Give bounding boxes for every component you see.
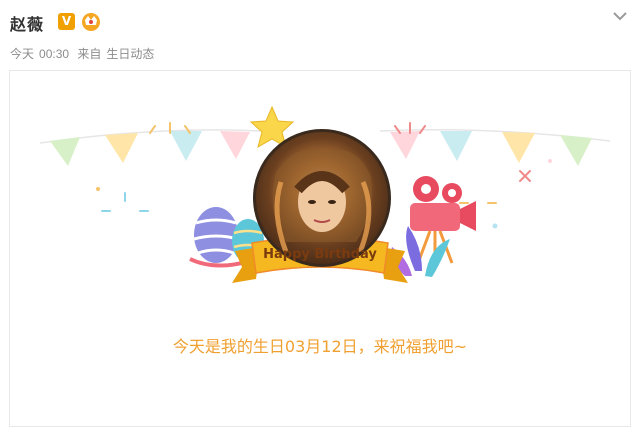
source-prefix: 来自 <box>77 47 102 61</box>
post-header: 赵薇 V 今天 00:30 来自 生日动态 <box>0 0 640 70</box>
source-name[interactable]: 生日动态 <box>106 47 154 61</box>
verified-badge[interactable]: V <box>58 13 75 30</box>
author-name[interactable]: 赵薇 <box>10 11 44 35</box>
timestamp-day: 今天 <box>10 47 35 61</box>
birthday-card[interactable]: Happy Birthday 今天是我的生日03月12日，来祝福我吧~ <box>9 70 631 427</box>
post-meta: 今天 00:30 来自 生日动态 <box>10 45 159 62</box>
chevron-down-icon[interactable] <box>612 10 628 22</box>
birthday-message: 今天是我的生日03月12日，来祝福我吧~ <box>172 337 468 356</box>
member-crown-icon[interactable] <box>80 10 102 32</box>
avatar-portrait <box>272 149 372 253</box>
happy-birthday-label: Happy Birthday <box>263 247 377 262</box>
timestamp-time[interactable]: 00:30 <box>39 47 69 61</box>
